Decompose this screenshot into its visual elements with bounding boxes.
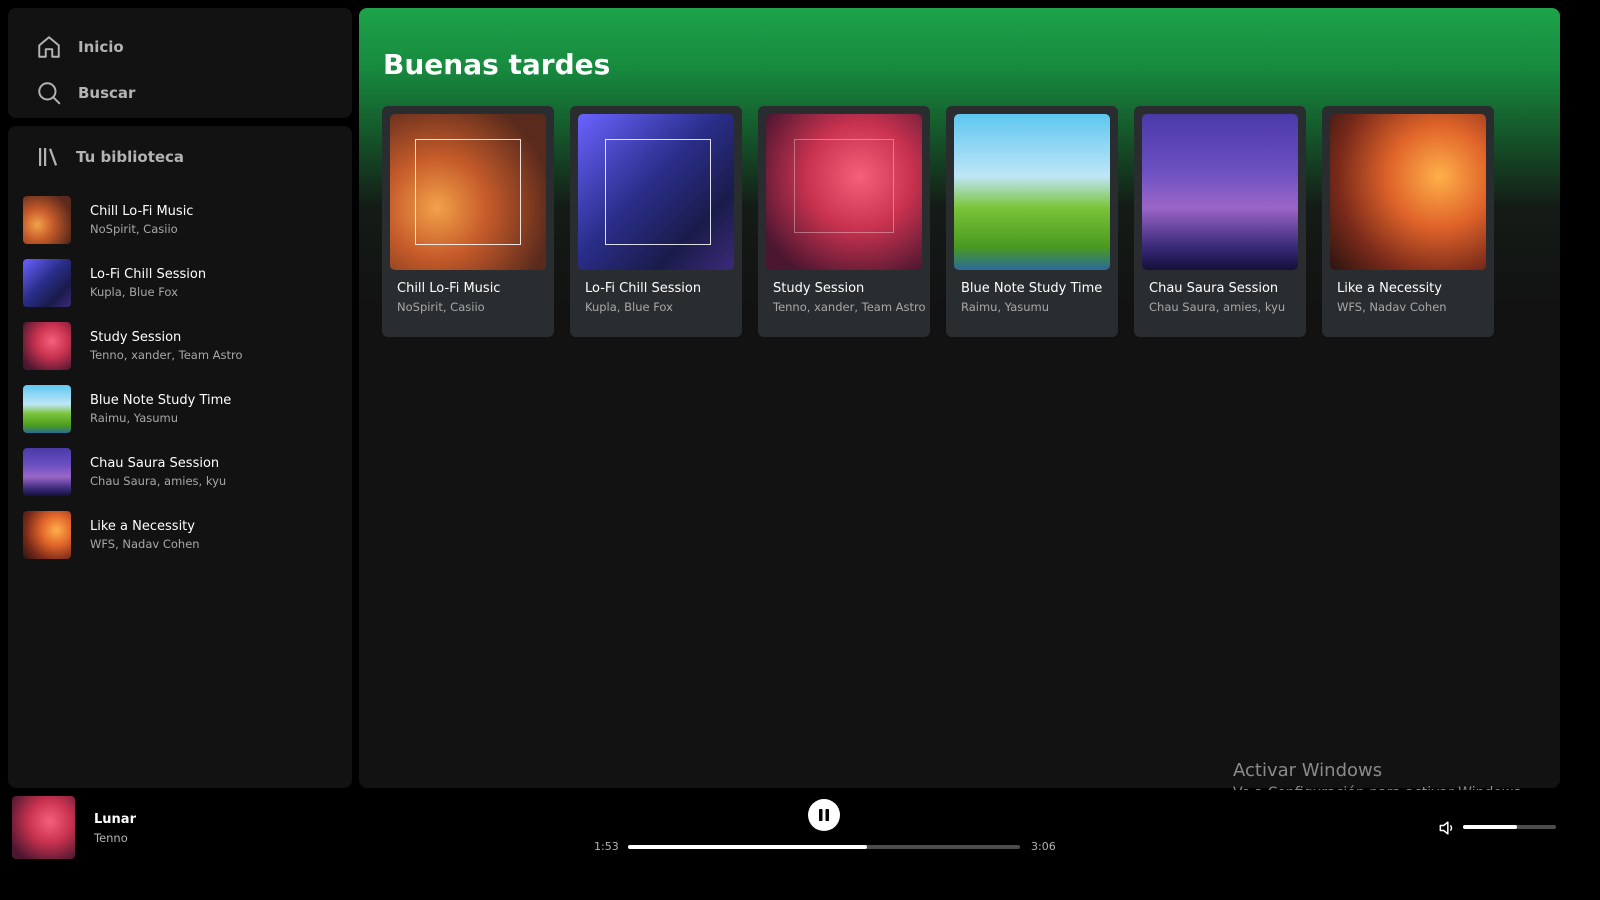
main-content: Buenas tardes Chill Lo-Fi Music NoSpirit… <box>359 8 1560 788</box>
card-title: Like a Necessity <box>1337 281 1442 296</box>
playlist-cover <box>1142 114 1298 270</box>
playlist-cover <box>23 321 71 370</box>
card-title: Chill Lo-Fi Music <box>397 281 501 296</box>
page-title: Buenas tardes <box>383 48 611 81</box>
card-title: Blue Note Study Time <box>961 281 1103 296</box>
library-item-subtitle: Kupla, Blue Fox <box>90 284 178 299</box>
card-title: Chau Saura Session <box>1149 281 1279 296</box>
now-playing-cover[interactable] <box>12 796 75 859</box>
playlist-cover <box>766 114 922 270</box>
playlist-cover <box>1330 114 1486 270</box>
nav-home-label: Inicio <box>78 38 124 56</box>
playlist-cover <box>23 258 71 307</box>
sidebar-nav: Inicio Buscar <box>8 8 352 118</box>
volume-slider[interactable] <box>1463 825 1556 829</box>
library-item-chill-lofi-music[interactable]: Chill Lo-Fi Music NoSpirit, Casiio <box>8 188 352 251</box>
card-title: Study Session <box>773 281 865 296</box>
playlist-cover <box>578 114 734 270</box>
library-icon <box>39 148 58 166</box>
playlist-cover <box>23 510 71 559</box>
playlist-grid: Chill Lo-Fi Music NoSpirit, Casiio Lo-Fi… <box>382 106 1494 337</box>
playlist-cover <box>954 114 1110 270</box>
volume-fill <box>1463 825 1517 829</box>
library-panel: Tu biblioteca Chill Lo-Fi Music NoSpirit… <box>8 126 352 788</box>
nav-search[interactable]: Buscar <box>36 70 324 116</box>
pause-button[interactable] <box>808 799 840 831</box>
nav-home[interactable]: Inicio <box>36 24 324 70</box>
now-playing-title[interactable]: Lunar <box>94 812 136 827</box>
nav-search-label: Buscar <box>78 84 136 102</box>
cover-frame <box>415 139 521 245</box>
playlist-card-lofi-chill-session[interactable]: Lo-Fi Chill Session Kupla, Blue Fox <box>570 106 742 337</box>
library-item-chau-saura-session[interactable]: Chau Saura Session Chau Saura, amies, ky… <box>8 440 352 503</box>
playlist-card-chill-lofi-music[interactable]: Chill Lo-Fi Music NoSpirit, Casiio <box>382 106 554 337</box>
library-item-title: Study Session <box>90 329 182 345</box>
playlist-card-chau-saura-session[interactable]: Chau Saura Session Chau Saura, amies, ky… <box>1134 106 1306 337</box>
card-subtitle: NoSpirit, Casiio <box>397 300 485 314</box>
library-header[interactable]: Tu biblioteca <box>8 126 352 188</box>
playlist-card-study-session[interactable]: Study Session Tenno, xander, Team Astro <box>758 106 930 337</box>
playlist-cover <box>23 195 71 244</box>
volume-icon[interactable] <box>1437 818 1457 838</box>
progress-fill <box>628 845 868 849</box>
playlist-card-blue-note-study-time[interactable]: Blue Note Study Time Raimu, Yasumu <box>946 106 1118 337</box>
playlist-card-like-a-necessity[interactable]: Like a Necessity WFS, Nadav Cohen <box>1322 106 1494 337</box>
playlist-cover <box>23 384 71 433</box>
library-title: Tu biblioteca <box>76 148 185 166</box>
player-bar: Lunar Tenno 1:53 3:06 <box>0 790 1600 900</box>
elapsed-time: 1:53 <box>594 840 619 853</box>
card-subtitle: Tenno, xander, Team Astro <box>773 300 926 314</box>
library-item-subtitle: WFS, Nadav Cohen <box>90 536 200 551</box>
card-subtitle: Chau Saura, amies, kyu <box>1149 300 1286 314</box>
total-duration: 3:06 <box>1031 840 1056 853</box>
playlist-cover <box>390 114 546 270</box>
home-icon <box>38 36 60 58</box>
pause-icon <box>819 809 829 821</box>
library-item-subtitle: NoSpirit, Casiio <box>90 221 178 236</box>
progress-bar[interactable] <box>628 845 1020 849</box>
watermark-title: Activar Windows <box>1233 760 1383 781</box>
library-item-subtitle: Raimu, Yasumu <box>90 410 179 425</box>
cover-frame <box>605 139 711 245</box>
cover-frame <box>794 139 894 233</box>
search-icon <box>38 82 61 105</box>
now-playing-artist[interactable]: Tenno <box>94 831 128 845</box>
card-subtitle: Raimu, Yasumu <box>961 300 1050 314</box>
library-item-subtitle: Chau Saura, amies, kyu <box>90 473 227 488</box>
library-item-like-a-necessity[interactable]: Like a Necessity WFS, Nadav Cohen <box>8 503 352 566</box>
library-item-blue-note-study-time[interactable]: Blue Note Study Time Raimu, Yasumu <box>8 377 352 440</box>
card-subtitle: Kupla, Blue Fox <box>585 300 673 314</box>
library-item-subtitle: Tenno, xander, Team Astro <box>90 347 243 362</box>
library-item-lofi-chill-session[interactable]: Lo-Fi Chill Session Kupla, Blue Fox <box>8 251 352 314</box>
library-item-title: Blue Note Study Time <box>90 392 232 408</box>
library-item-title: Chill Lo-Fi Music <box>90 203 194 219</box>
library-item-study-session[interactable]: Study Session Tenno, xander, Team Astro <box>8 314 352 377</box>
card-subtitle: WFS, Nadav Cohen <box>1337 300 1447 314</box>
library-item-title: Chau Saura Session <box>90 455 220 471</box>
playlist-cover <box>23 447 71 496</box>
card-title: Lo-Fi Chill Session <box>585 281 702 296</box>
library-item-title: Lo-Fi Chill Session <box>90 266 207 282</box>
library-item-title: Like a Necessity <box>90 518 195 534</box>
